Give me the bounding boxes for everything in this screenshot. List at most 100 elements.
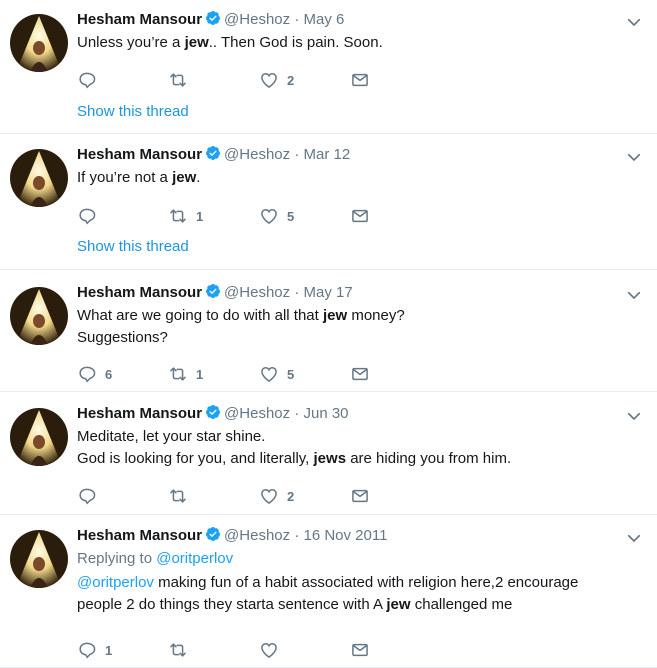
reply-icon [77,206,97,226]
separator-dot: · [294,405,300,422]
retweet-count: 1 [196,366,204,382]
retweet-button[interactable] [168,638,259,662]
tweet[interactable]: Hesham Mansour @Heshoz · May 17 What are w… [0,270,657,392]
highlighted-keyword: jews [313,450,347,467]
avatar[interactable] [10,14,68,72]
replying-to-link[interactable]: @oritperlov [156,550,233,567]
tweet-header: Hesham Mansour @Heshoz · May 17 [77,283,637,303]
reply-button[interactable] [77,484,168,508]
tweet-header: Hesham Mansour @Heshoz · Jun 30 [77,404,637,424]
tweet-timestamp[interactable]: Mar 12 [303,146,350,163]
like-count: 5 [287,208,295,224]
show-thread-link[interactable]: Show this thread [77,238,189,255]
text-segment: . [196,169,201,186]
separator-dot: · [294,527,300,544]
avatar[interactable] [10,149,68,207]
avatar[interactable] [10,287,68,345]
dm-icon [350,640,370,660]
reply-button[interactable]: 6 [77,362,168,386]
retweet-button[interactable]: 1 [168,204,259,228]
tweet[interactable]: Hesham Mansour @Heshoz · Mar 12 If you’re … [0,134,657,270]
author-handle[interactable]: @Heshoz [224,146,290,163]
replying-label: Replying to [77,550,157,567]
author-handle[interactable]: @Heshoz [224,11,290,28]
direct-message-button[interactable] [350,68,441,92]
tweet-header: Hesham Mansour @Heshoz · May 6 [77,10,637,30]
tweet-timestamp[interactable]: May 17 [303,284,352,301]
like-icon [259,70,279,90]
tweet-timestamp[interactable]: May 6 [303,11,344,28]
tweet-header: Hesham Mansour @Heshoz · Mar 12 [77,145,637,165]
highlighted-keyword: jew [172,169,197,186]
reply-button[interactable] [77,68,168,92]
retweet-button[interactable] [168,484,259,508]
author-name[interactable]: Hesham Mansour [77,11,202,28]
verified-badge-icon [205,10,221,26]
reply-count: 6 [105,366,113,382]
dm-icon [350,70,370,90]
retweet-count: 1 [196,208,204,224]
like-button[interactable]: 5 [259,204,350,228]
author-handle[interactable]: @Heshoz [224,405,290,422]
like-count: 2 [287,488,295,504]
direct-message-button[interactable] [350,484,441,508]
tweet[interactable]: Hesham Mansour @Heshoz · Jun 30 Meditate, … [0,392,657,515]
author-name[interactable]: Hesham Mansour [77,284,202,301]
avatar[interactable] [10,530,68,588]
highlighted-keyword: jew [322,307,348,324]
tweet-actions: 6 1 5 [77,362,441,386]
direct-message-button[interactable] [350,638,441,662]
text-segment: challenged me [410,596,513,613]
author-handle[interactable]: @Heshoz [224,527,290,544]
text-segment: money? [347,307,405,324]
text-segment: Suggestions? [77,329,168,346]
retweet-icon [168,486,188,506]
retweet-icon [168,70,188,90]
retweet-icon [168,640,188,660]
dm-icon [350,364,370,384]
reply-button[interactable] [77,204,168,228]
reply-icon [77,70,97,90]
like-button[interactable]: 2 [259,68,350,92]
tweet-text: @oritperlov making fun of a habit associ… [77,572,637,616]
author-name[interactable]: Hesham Mansour [77,527,202,544]
reply-button[interactable]: 1 [77,638,168,662]
verified-badge-icon [205,145,221,161]
avatar[interactable] [10,408,68,466]
retweet-button[interactable] [168,68,259,92]
reply-icon [77,640,97,660]
author-handle[interactable]: @Heshoz [224,284,290,301]
tweet-text: Unless you’re a jew.. Then God is pain. … [77,32,637,54]
highlighted-keyword: jew [184,34,209,51]
separator-dot: · [294,11,300,28]
like-button[interactable]: 2 [259,484,350,508]
tweet-actions: 15 [77,204,441,228]
text-segment: making fun of a habit associated with re… [153,574,579,591]
like-icon [259,486,279,506]
like-count: 2 [287,72,295,88]
like-icon [259,640,279,660]
dm-icon [350,486,370,506]
like-button[interactable]: 5 [259,362,350,386]
text-segment: are hiding you from him. [346,450,512,467]
like-button[interactable] [259,638,350,662]
tweet[interactable]: Hesham Mansour @Heshoz · May 6 Unless you’… [0,0,657,134]
dm-icon [350,206,370,226]
author-name[interactable]: Hesham Mansour [77,405,202,422]
text-segment: Meditate, let your star shine. [77,428,266,445]
retweet-button[interactable]: 1 [168,362,259,386]
highlighted-keyword: jew [386,596,411,613]
retweet-icon [168,206,188,226]
tweet-timestamp[interactable]: Jun 30 [303,405,348,422]
separator-dot: · [294,284,300,301]
mention-link[interactable]: @oritperlov [77,574,154,591]
reply-icon [77,364,97,384]
direct-message-button[interactable] [350,204,441,228]
tweet-timestamp[interactable]: 16 Nov 2011 [303,527,387,544]
show-thread-link[interactable]: Show this thread [77,103,189,120]
reply-icon [77,486,97,506]
retweet-icon [168,364,188,384]
tweet[interactable]: Hesham Mansour @Heshoz · 16 Nov 2011 Reply… [0,515,657,668]
direct-message-button[interactable] [350,362,441,386]
author-name[interactable]: Hesham Mansour [77,146,202,163]
